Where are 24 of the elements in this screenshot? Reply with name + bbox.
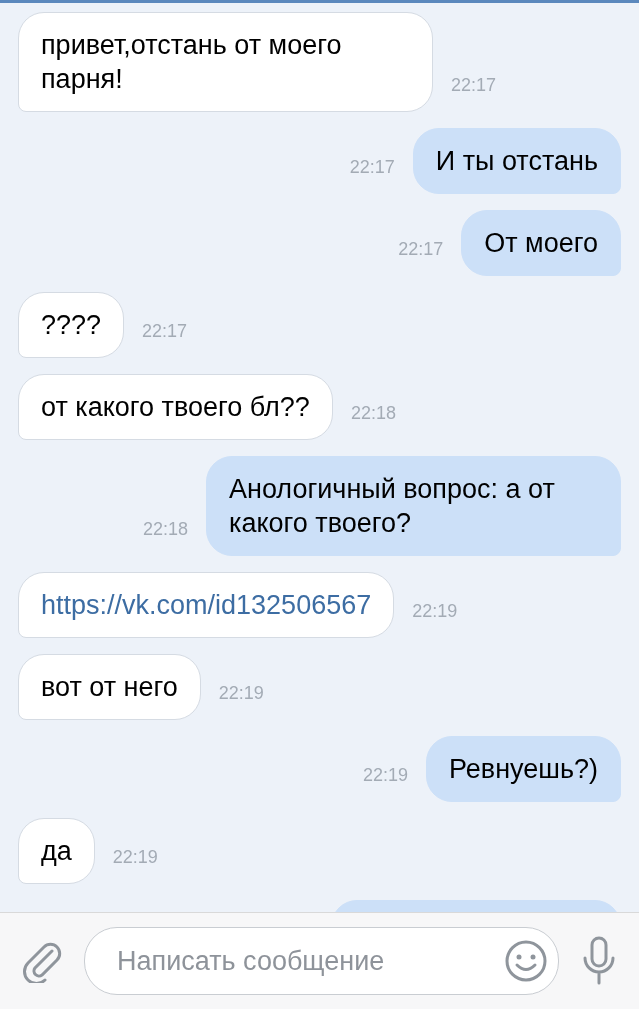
message-time: 22:18 <box>350 403 396 425</box>
message-time: 22:17 <box>349 157 395 179</box>
link[interactable]: https://vk.com/id132506567 <box>41 590 372 620</box>
message-time: 22:19 <box>112 847 158 869</box>
message-time: 22:19 <box>218 683 264 705</box>
message-bubble: ???? <box>18 292 125 358</box>
message-bubble: от какого твоего бл?? <box>18 374 333 440</box>
smiley-icon[interactable] <box>504 939 548 983</box>
message-bubble: привет,отстань от моего парня! <box>18 12 433 112</box>
message-bubble: Анологичный вопрос: а от какого твоего? <box>206 456 621 556</box>
message-time: 22:17 <box>398 239 444 261</box>
message-input[interactable]: Написать сообщение <box>115 944 504 978</box>
message-time: 22:19 <box>412 601 458 623</box>
message-time: 22:19 <box>362 765 408 787</box>
message-bubble: От моего <box>461 210 621 276</box>
message-time: 22:18 <box>142 519 188 541</box>
message-bubble: да <box>18 818 95 884</box>
message-field[interactable]: Написать сообщение <box>84 927 559 995</box>
message-time: 22:17 <box>142 321 188 343</box>
message-bubble: Ревнуешь?) <box>425 736 621 802</box>
message-bubble: вот от него <box>18 654 201 720</box>
message-bubble: И ты отстань <box>412 128 621 194</box>
microphone-icon[interactable] <box>581 936 617 986</box>
message-time: 22:17 <box>451 75 497 97</box>
